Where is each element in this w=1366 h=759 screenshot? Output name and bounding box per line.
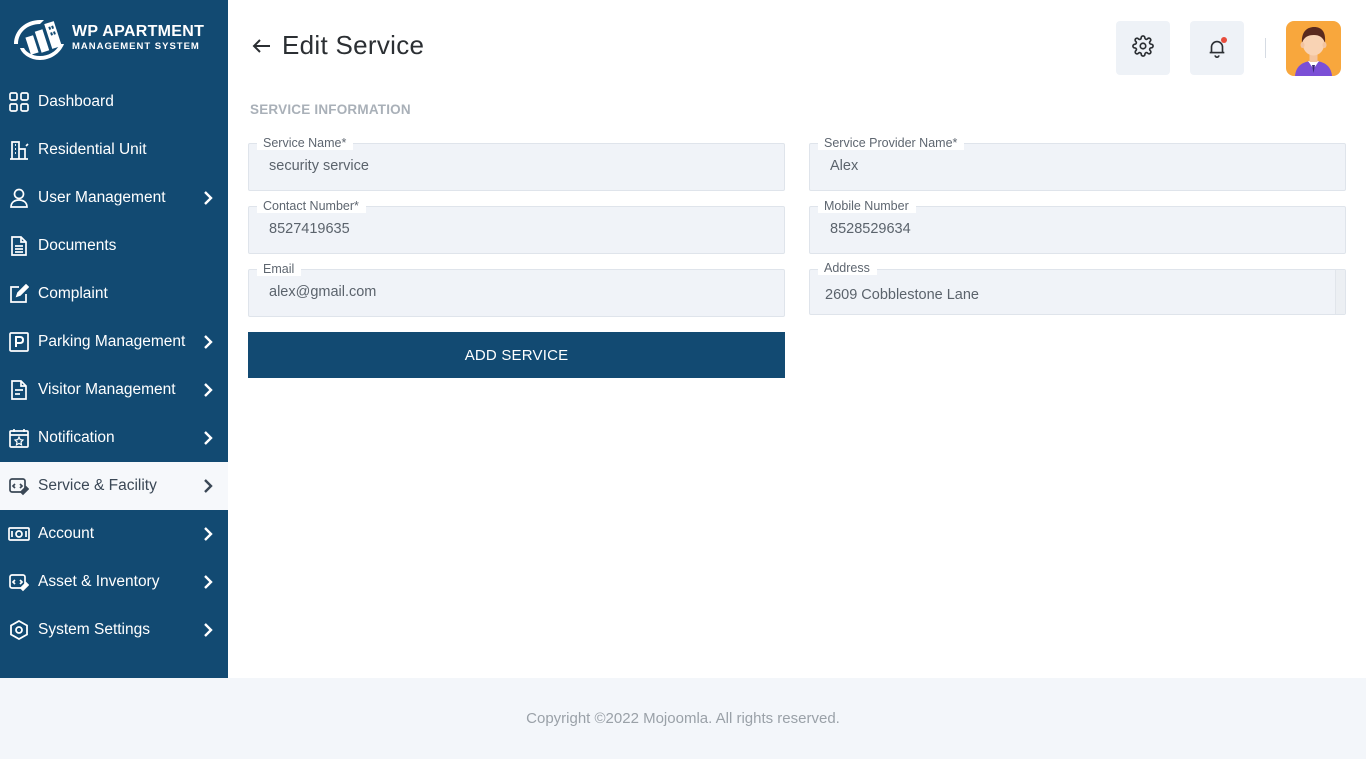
chevron-right-icon <box>200 382 216 398</box>
sidebar-item-visitor-management[interactable]: Visitor Management <box>0 366 228 414</box>
edit-icon <box>8 283 30 305</box>
section-title: SERVICE INFORMATION <box>250 102 411 117</box>
brand-subtitle: MANAGEMENT SYSTEM <box>72 41 200 52</box>
sidebar: WP APARTMENT MANAGEMENT SYSTEM Dashboard… <box>0 0 228 678</box>
sidebar-item-label: Service & Facility <box>38 477 157 494</box>
service-name-field[interactable]: Service Name* security service <box>248 136 785 191</box>
sidebar-item-user-management[interactable]: User Management <box>0 174 228 222</box>
sidebar-item-documents[interactable]: Documents <box>0 222 228 270</box>
footer: Copyright ©2022 Mojoomla. All rights res… <box>0 678 1366 759</box>
sidebar-item-label: Complaint <box>38 285 108 302</box>
chevron-right-icon <box>200 190 216 206</box>
parking-icon <box>8 331 30 353</box>
building-icon <box>8 139 30 161</box>
provider-name-label: Service Provider Name* <box>818 136 965 150</box>
chevron-right-icon <box>200 334 216 350</box>
user-icon <box>8 187 30 209</box>
brand-title: WP APARTMENT <box>72 23 205 40</box>
dashboard-grid-icon <box>8 91 30 113</box>
app-root: WP APARTMENT MANAGEMENT SYSTEM Dashboard… <box>0 0 1366 759</box>
visitor-file-icon <box>8 379 30 401</box>
sidebar-item-label: Residential Unit <box>38 141 147 158</box>
provider-name-field[interactable]: Service Provider Name* Alex <box>809 136 1346 191</box>
bell-icon <box>1206 37 1228 59</box>
sidebar-item-label: Visitor Management <box>38 381 176 398</box>
sidebar-item-asset-inventory[interactable]: Asset & Inventory <box>0 558 228 606</box>
contact-number-label: Contact Number* <box>257 199 366 213</box>
sidebar-item-residential-unit[interactable]: Residential Unit <box>0 126 228 174</box>
contact-number-field[interactable]: Contact Number* 8527419635 <box>248 199 785 254</box>
sidebar-item-parking-management[interactable]: Parking Management <box>0 318 228 366</box>
money-icon <box>8 523 30 545</box>
sidebar-item-notification[interactable]: Notification <box>0 414 228 462</box>
document-icon <box>8 235 30 257</box>
avatar[interactable] <box>1286 21 1341 76</box>
settings-eye-icon <box>8 619 30 641</box>
chevron-right-icon <box>200 574 216 590</box>
service-name-value: security service <box>269 158 369 174</box>
sidebar-item-label: Notification <box>38 429 115 446</box>
service-icon <box>8 475 30 497</box>
settings-button[interactable] <box>1116 21 1170 75</box>
calendar-star-icon <box>8 427 30 449</box>
sidebar-item-label: Asset & Inventory <box>38 573 160 590</box>
copyright-text: Copyright ©2022 Mojoomla. All rights res… <box>526 710 840 727</box>
sidebar-item-system-settings[interactable]: System Settings <box>0 606 228 654</box>
asset-icon <box>8 571 30 593</box>
notification-button[interactable] <box>1190 21 1244 75</box>
sidebar-item-label: System Settings <box>38 621 150 638</box>
gear-icon <box>1132 34 1154 62</box>
sidebar-item-service-facility[interactable]: Service & Facility <box>0 462 228 510</box>
mobile-number-value: 8528529634 <box>830 221 911 237</box>
sidebar-item-label: Account <box>38 525 95 542</box>
notification-dot <box>1221 37 1227 43</box>
sidebar-item-label: Parking Management <box>38 333 186 350</box>
building-logo-icon <box>10 14 68 62</box>
brand[interactable]: WP APARTMENT MANAGEMENT SYSTEM <box>10 12 220 64</box>
sidebar-item-complaint[interactable]: Complaint <box>0 270 228 318</box>
address-label: Address <box>818 261 877 275</box>
contact-number-value: 8527419635 <box>269 221 350 237</box>
mobile-number-field[interactable]: Mobile Number 8528529634 <box>809 199 1346 254</box>
provider-name-value: Alex <box>830 158 859 174</box>
address-textarea[interactable]: Address 2609 Cobblestone Lane <box>809 261 1346 315</box>
textarea-scrollbar[interactable] <box>1335 270 1345 314</box>
add-service-button[interactable]: ADD SERVICE <box>248 332 785 378</box>
sidebar-item-label: Dashboard <box>38 93 114 110</box>
address-value: 2609 Cobblestone Lane <box>825 287 979 303</box>
page-header: Edit Service <box>250 30 424 61</box>
sidebar-item-label: Documents <box>38 237 117 254</box>
header-divider <box>1265 38 1266 58</box>
service-name-label: Service Name* <box>257 136 354 150</box>
sidebar-item-label: User Management <box>38 189 166 206</box>
email-field[interactable]: Email alex@gmail.com <box>248 262 785 317</box>
email-label: Email <box>257 262 302 276</box>
email-value: alex@gmail.com <box>269 284 377 300</box>
mobile-number-label: Mobile Number <box>818 199 916 213</box>
page-title: Edit Service <box>282 30 425 60</box>
chevron-right-icon <box>200 430 216 446</box>
sidebar-nav: Dashboard Residential Unit User Manageme… <box>0 78 228 654</box>
chevron-right-icon <box>200 478 216 494</box>
chevron-right-icon <box>200 622 216 638</box>
sidebar-item-dashboard[interactable]: Dashboard <box>0 78 228 126</box>
sidebar-item-account[interactable]: Account <box>0 510 228 558</box>
back-arrow-icon[interactable] <box>250 34 274 58</box>
chevron-right-icon <box>200 526 216 542</box>
